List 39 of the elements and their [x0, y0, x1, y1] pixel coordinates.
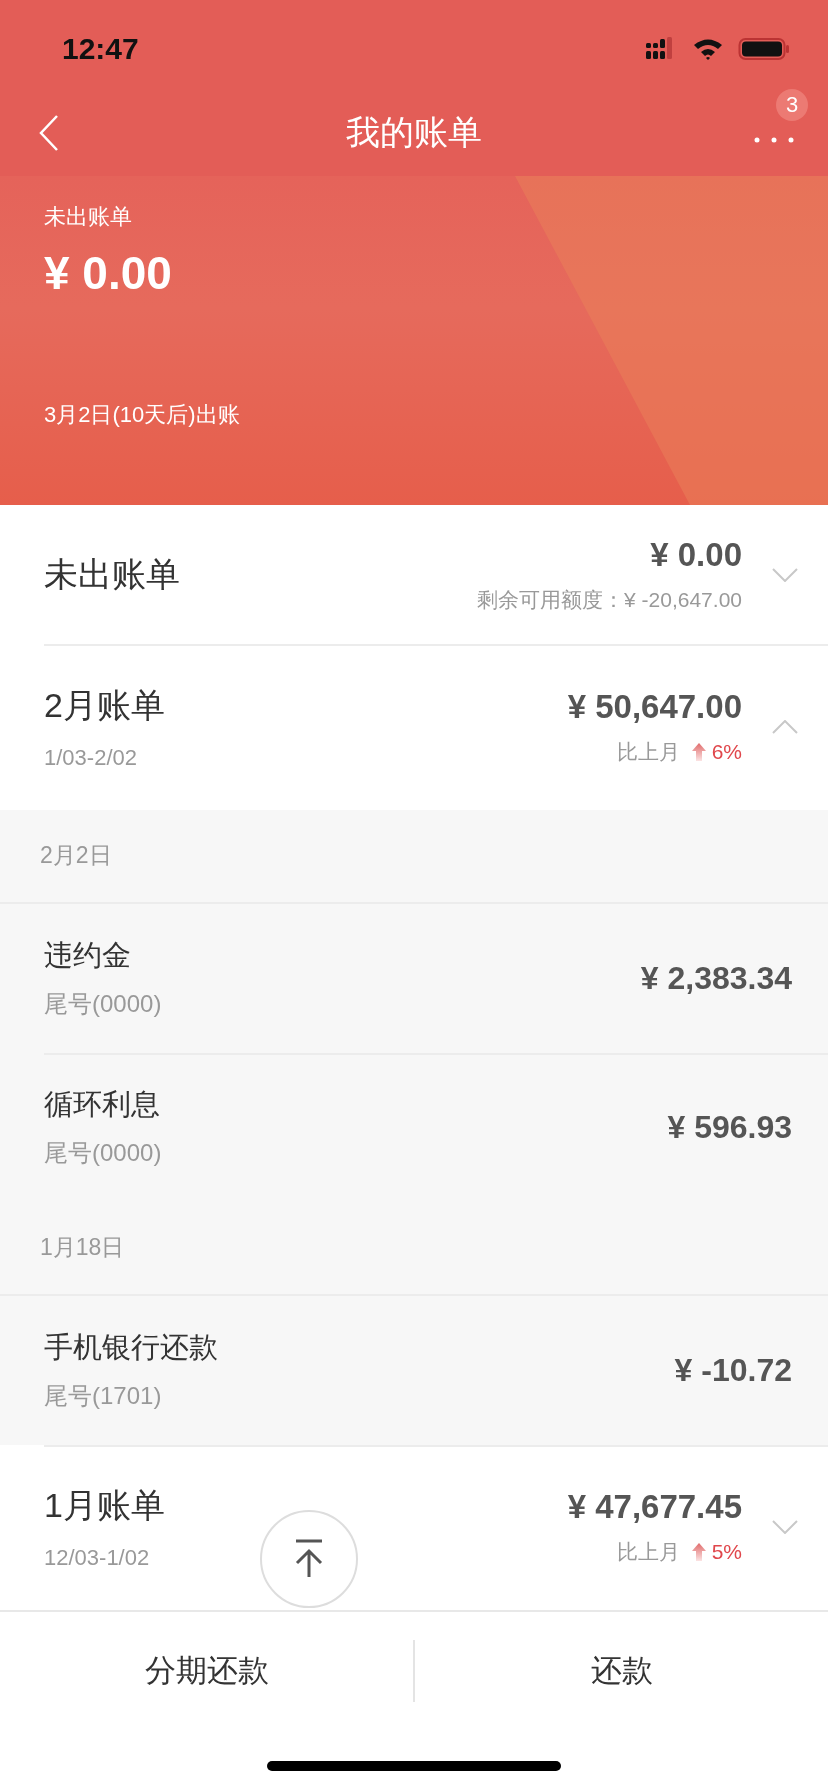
action-button[interactable]: 还款 [415, 1612, 828, 1730]
chevron-icon [772, 1520, 798, 1535]
transaction-amount: ¥ -10.72 [674, 1351, 792, 1389]
wifi-icon [692, 37, 724, 61]
transaction-name: 手机银行还款 [44, 1330, 219, 1366]
status-time: 12:47 [62, 31, 139, 66]
transaction-amount: ¥ 2,383.34 [640, 959, 792, 997]
back-icon[interactable] [38, 114, 60, 152]
card-number: 尾号(0000) [44, 1138, 163, 1169]
change-percent: 5% [711, 1540, 742, 1565]
compare-label: 比上月 [616, 1539, 680, 1566]
bill-title: 1月账单 [44, 1485, 165, 1527]
compare-label: 比上月 [616, 739, 680, 765]
battery-icon [738, 37, 790, 61]
bill-amount: ¥ 0.00 [650, 535, 742, 574]
bill-amount: ¥ 50,647.00 [567, 688, 742, 726]
transaction-amount: ¥ 596.93 [667, 1108, 792, 1146]
transaction-name: 违约金 [44, 938, 132, 974]
chevron-icon [772, 567, 798, 582]
date-header: 1月18日 [40, 1233, 125, 1263]
due-date: 3月2日(10天后)出账 [44, 401, 241, 429]
bill-amount: ¥ 47,677.45 [567, 1488, 742, 1527]
chevron-icon [772, 720, 798, 734]
date-header: 2月2日 [40, 841, 112, 871]
bill-title: 2月账单 [44, 685, 165, 726]
more-icon[interactable] [754, 135, 794, 145]
credit-note: 剩余可用额度：¥ -20,647.00 [477, 586, 742, 613]
card-number: 尾号(0000) [44, 989, 163, 1020]
transaction-name: 循环利息 [44, 1087, 161, 1123]
notification-badge: 3 [776, 89, 808, 121]
bill-period: 1/03-2/02 [44, 745, 137, 771]
hero-amount: ¥ 0.00 [44, 246, 173, 300]
bill-period: 12/03-1/02 [44, 1545, 150, 1572]
bill-title: 未出账单 [44, 553, 180, 595]
change-percent: 6% [711, 740, 742, 764]
hero-label: 未出账单 [44, 203, 133, 231]
page-title: 我的账单 [346, 112, 482, 153]
action-button[interactable]: 分期还款 [0, 1612, 413, 1730]
card-number: 尾号(1701) [44, 1381, 163, 1412]
